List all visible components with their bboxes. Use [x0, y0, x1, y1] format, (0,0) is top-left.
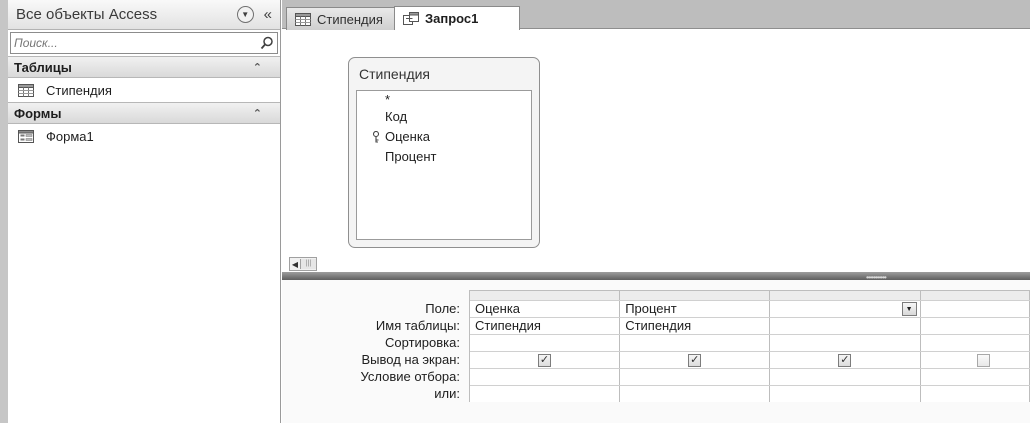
- field-list-title[interactable]: Стипендия: [349, 58, 539, 85]
- navigation-pane: Все объекты Access ▼ « Таблицы ⌃ Стипенд…: [0, 0, 281, 423]
- field-label: Код: [385, 109, 408, 124]
- grid-cell-sort[interactable]: [620, 335, 771, 351]
- chevron-up-double-icon[interactable]: ⌃: [253, 107, 262, 120]
- grid-cell-or[interactable]: [620, 386, 771, 402]
- row-label-or: или:: [434, 386, 460, 401]
- row-label-sort: Сортировка:: [385, 335, 460, 350]
- grid-cell-or[interactable]: [470, 386, 621, 402]
- tab-label: Стипендия: [317, 11, 383, 27]
- grid-cell-field[interactable]: Процент: [620, 301, 771, 317]
- query-design-upper-pane: Стипендия * Код Оценка Процент ◀ |||: [282, 30, 1030, 271]
- grid-cell-show: ✓: [620, 352, 771, 368]
- chevron-down-circle-icon[interactable]: ▼: [236, 6, 254, 23]
- grid-cell-criteria[interactable]: [770, 369, 921, 385]
- nav-item-form-forma1[interactable]: Форма1: [8, 124, 280, 148]
- search-box: [10, 32, 278, 54]
- document-area: Стипендия Запрос1 Стипендия * Код Оценка…: [282, 0, 1030, 423]
- grid-cell-show: [920, 352, 1030, 368]
- double-chevron-left-icon[interactable]: «: [264, 6, 272, 23]
- show-checkbox[interactable]: ✓: [688, 354, 702, 367]
- field-label: Оценка: [385, 129, 431, 144]
- horizontal-scrollbar[interactable]: ◀ |||: [289, 257, 317, 271]
- row-label-criteria: Условие отбора:: [360, 369, 460, 384]
- grid-row-show: ✓ ✓ ✓: [470, 351, 1030, 368]
- row-label-field: Поле:: [425, 301, 460, 316]
- grid-cell-table[interactable]: [770, 318, 921, 334]
- show-checkbox[interactable]: [976, 354, 990, 367]
- table-icon: [18, 83, 34, 97]
- grid-cell-criteria[interactable]: [470, 369, 621, 385]
- nav-group-label: Формы: [14, 105, 62, 121]
- grid-row-field: Оценка Процент ▼: [470, 300, 1030, 317]
- field-all[interactable]: *: [357, 93, 531, 107]
- grid-columns: Оценка Процент ▼ Стипендия Стипендия ✓ ✓…: [469, 290, 1030, 402]
- field-label: Процент: [385, 149, 437, 164]
- nav-header[interactable]: Все объекты Access ▼ «: [8, 0, 280, 30]
- nav-group-forms[interactable]: Формы ⌃: [8, 102, 280, 124]
- field-kod[interactable]: Код: [357, 107, 531, 127]
- chevron-up-double-icon[interactable]: ⌃: [253, 61, 262, 74]
- document-tabs: Стипендия Запрос1: [282, 0, 1030, 30]
- tab-zapros1[interactable]: Запрос1: [394, 6, 520, 30]
- grid-cell-sort[interactable]: [770, 335, 921, 351]
- query-design-grid: Поле: Имя таблицы: Сортировка: Вывод на …: [282, 280, 1030, 423]
- grid-cell-criteria[interactable]: [920, 369, 1030, 385]
- show-checkbox[interactable]: ✓: [838, 354, 852, 367]
- grid-cell-show: ✓: [470, 352, 621, 368]
- nav-title: Все объекты Access: [16, 6, 158, 23]
- primary-key-icon: [372, 131, 380, 143]
- row-label-table: Имя таблицы:: [375, 318, 460, 333]
- scrollbar-thumb[interactable]: |||: [300, 259, 316, 269]
- column-selector[interactable]: [470, 290, 621, 300]
- grid-cell-or[interactable]: [770, 386, 921, 402]
- field-list-box: * Код Оценка Процент: [356, 90, 532, 240]
- grid-row-or: [470, 385, 1030, 402]
- grid-row-criteria: [470, 368, 1030, 385]
- search-input[interactable]: [11, 36, 257, 50]
- row-label-show: Вывод на экран:: [361, 352, 460, 367]
- nav-item-label: Стипендия: [46, 82, 112, 98]
- grid-cell-show: ✓: [770, 352, 921, 368]
- field-procent[interactable]: Процент: [357, 147, 531, 167]
- search-icon[interactable]: [257, 33, 277, 53]
- grid-cell-sort[interactable]: [920, 335, 1030, 351]
- grid-row-sort: [470, 334, 1030, 351]
- grid-row-table: Стипендия Стипендия: [470, 317, 1030, 334]
- scroll-left-arrow-icon[interactable]: ◀: [290, 258, 300, 270]
- nav-group-label: Таблицы: [14, 59, 72, 75]
- nav-item-table-stipendiya[interactable]: Стипендия: [8, 78, 280, 102]
- show-checkbox[interactable]: ✓: [538, 354, 551, 367]
- nav-group-tables[interactable]: Таблицы ⌃: [8, 56, 280, 78]
- nav-item-label: Форма1: [46, 128, 94, 144]
- grid-cell-field[interactable]: ▼: [770, 301, 921, 317]
- table-icon: [295, 12, 311, 26]
- column-selector[interactable]: [620, 290, 771, 300]
- grid-cell-sort[interactable]: [470, 335, 621, 351]
- grid-cell-field[interactable]: [920, 301, 1030, 317]
- tab-stipendiya[interactable]: Стипендия: [286, 7, 398, 30]
- grid-cell-table[interactable]: Стипендия: [470, 318, 621, 334]
- grid-cell-table[interactable]: Стипендия: [620, 318, 771, 334]
- form-icon: [18, 129, 34, 143]
- grid-cell-field[interactable]: Оценка: [470, 301, 621, 317]
- grid-cell-criteria[interactable]: [620, 369, 771, 385]
- query-icon: [403, 12, 419, 25]
- tab-label: Запрос1: [425, 11, 479, 26]
- grid-cell-table[interactable]: [920, 318, 1030, 334]
- grid-row-labels: Поле: Имя таблицы: Сортировка: Вывод на …: [282, 300, 465, 402]
- field-ocenka[interactable]: Оценка: [357, 127, 531, 147]
- dropdown-arrow-icon[interactable]: ▼: [901, 302, 917, 316]
- column-selector[interactable]: [770, 290, 921, 300]
- column-selector[interactable]: [920, 290, 1030, 300]
- column-selectors: [470, 290, 1030, 300]
- pane-splitter[interactable]: •••••••••••: [282, 272, 1030, 282]
- field-list-stipendiya[interactable]: Стипендия * Код Оценка Процент: [348, 57, 540, 248]
- grid-cell-or[interactable]: [920, 386, 1030, 402]
